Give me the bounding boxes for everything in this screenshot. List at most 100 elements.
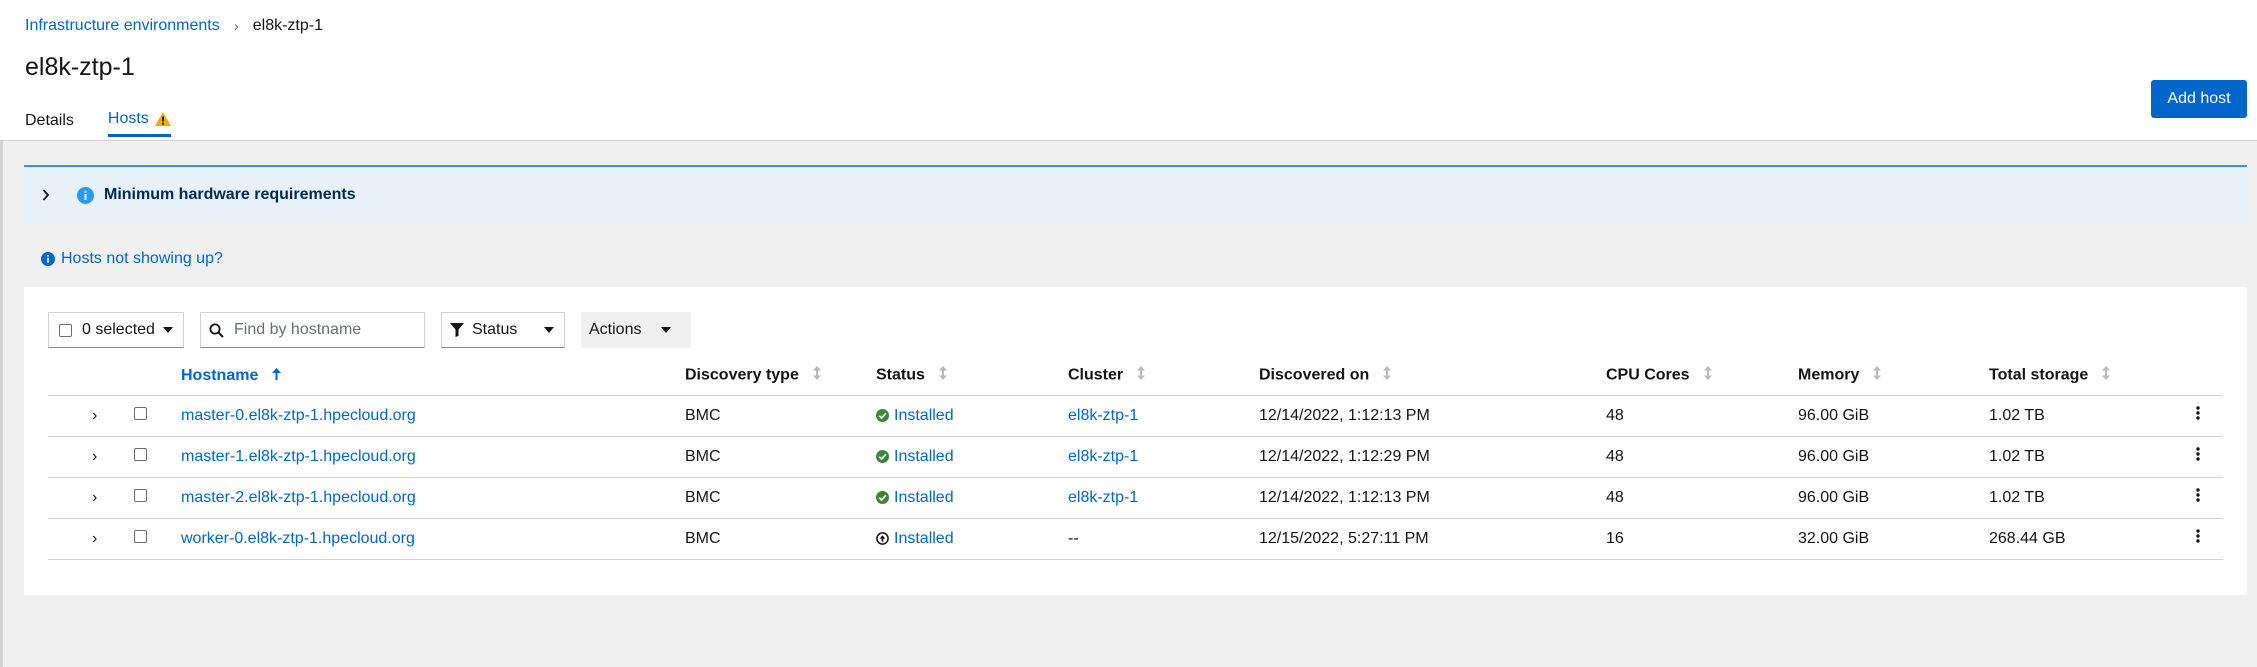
status-link[interactable]: Installed xyxy=(894,530,954,548)
row-checkbox[interactable] xyxy=(134,406,147,420)
sort-icon xyxy=(2102,366,2111,385)
cpu-cores-cell: 48 xyxy=(1606,406,1624,424)
row-actions-cell xyxy=(2179,395,2223,436)
sort-asc-icon xyxy=(272,367,282,385)
cluster-link[interactable]: el8k-ztp-1 xyxy=(1068,448,1138,465)
sort-icon xyxy=(1137,366,1146,385)
memory-cell: 32.00 GiB xyxy=(1798,529,1870,547)
row-expand-cell: › xyxy=(48,518,126,559)
alert-title: Minimum hardware requirements xyxy=(104,186,356,203)
sort-icon xyxy=(812,366,821,385)
table-row: › worker-0.el8k-ztp-1.hpecloud.org BMC I… xyxy=(48,518,2223,559)
status-link[interactable]: Installed xyxy=(894,448,954,466)
caret-down-icon xyxy=(661,327,671,333)
column-label: Discovery type xyxy=(685,366,799,384)
hostname-link[interactable]: master-2.el8k-ztp-1.hpecloud.org xyxy=(181,489,416,506)
discovered-on-cell: 12/14/2022, 1:12:13 PM xyxy=(1259,488,1430,506)
row-checkbox[interactable] xyxy=(134,529,147,543)
column-header-cluster[interactable]: Cluster xyxy=(1068,357,1259,395)
discovered-on-cell: 12/14/2022, 1:12:29 PM xyxy=(1259,447,1430,465)
hostname-search-input[interactable] xyxy=(234,321,414,339)
hostname-link[interactable]: master-1.el8k-ztp-1.hpecloud.org xyxy=(181,448,416,465)
search-icon xyxy=(209,323,224,338)
cluster-link[interactable]: el8k-ztp-1 xyxy=(1068,489,1138,506)
column-header-cpu-cores[interactable]: CPU Cores xyxy=(1606,357,1798,395)
row-checkbox[interactable] xyxy=(134,447,147,461)
status-link[interactable]: Installed xyxy=(894,489,954,507)
help-link-label: Hosts not showing up? xyxy=(61,250,223,267)
info-circle-icon xyxy=(41,252,55,266)
tab-hosts[interactable]: Hosts xyxy=(107,110,171,137)
hostname-cell: worker-0.el8k-ztp-1.hpecloud.org xyxy=(181,518,685,559)
hostname-cell: master-0.el8k-ztp-1.hpecloud.org xyxy=(181,395,685,436)
cluster-link[interactable]: el8k-ztp-1 xyxy=(1068,407,1138,424)
hardware-requirements-alert: Minimum hardware requirements xyxy=(24,165,2247,223)
caret-down-icon xyxy=(544,327,554,333)
discovery-type-cell: BMC xyxy=(685,406,721,424)
status-filter-dropdown[interactable]: Status xyxy=(441,312,565,348)
breadcrumb: Infrastructure environments › el8k-ztp-1 xyxy=(25,17,323,35)
status-link[interactable]: Installed xyxy=(894,407,954,425)
total-storage-cell: 1.02 TB xyxy=(1989,447,2045,465)
hosts-card: 0 selected Status Actions xyxy=(24,287,2247,595)
actions-dropdown[interactable]: Actions xyxy=(581,312,691,348)
check-circle-icon xyxy=(876,409,889,422)
filter-icon xyxy=(450,323,464,337)
hosts-table: Hostname Discovery type Status Cluster D… xyxy=(48,357,2223,560)
discovered-on-cell: 12/15/2022, 5:27:11 PM xyxy=(1259,529,1429,547)
expand-chevron-icon[interactable]: › xyxy=(92,407,102,425)
column-header-discovered-on[interactable]: Discovered on xyxy=(1259,357,1606,395)
kebab-menu-icon[interactable] xyxy=(2193,529,2203,548)
select-column-header xyxy=(126,357,181,395)
cpu-cores-cell: 48 xyxy=(1606,447,1624,465)
status-cell: Installed xyxy=(876,448,1068,466)
status-cell-wrapper: Installed xyxy=(876,436,1068,477)
breadcrumb-current: el8k-ztp-1 xyxy=(252,17,323,34)
expand-chevron-icon[interactable]: › xyxy=(92,448,102,466)
expand-chevron-icon[interactable]: › xyxy=(92,530,102,548)
sort-icon xyxy=(1703,366,1712,385)
row-select-cell xyxy=(126,436,181,477)
column-header-memory[interactable]: Memory xyxy=(1798,357,1989,395)
tab-details[interactable]: Details xyxy=(25,110,74,137)
expand-alert-chevron-icon[interactable] xyxy=(42,189,56,201)
kebab-column-header xyxy=(2179,357,2223,395)
tab-hosts-label: Hosts xyxy=(107,110,149,127)
table-row: › master-2.el8k-ztp-1.hpecloud.org BMC I… xyxy=(48,477,2223,518)
hostname-cell: master-2.el8k-ztp-1.hpecloud.org xyxy=(181,477,685,518)
column-label: Discovered on xyxy=(1259,366,1370,384)
row-select-cell xyxy=(126,395,181,436)
column-header-status[interactable]: Status xyxy=(876,357,1068,395)
column-label: Hostname xyxy=(181,366,259,384)
status-cell: Installed xyxy=(876,530,1068,548)
row-actions-cell xyxy=(2179,518,2223,559)
column-header-hostname[interactable]: Hostname xyxy=(181,357,685,395)
table-toolbar: 0 selected Status Actions xyxy=(48,312,691,348)
tab-list: Details Hosts xyxy=(25,110,205,137)
kebab-menu-icon[interactable] xyxy=(2193,406,2203,425)
check-circle-icon xyxy=(876,491,889,504)
hostname-link[interactable]: worker-0.el8k-ztp-1.hpecloud.org xyxy=(181,530,415,547)
row-actions-cell xyxy=(2179,477,2223,518)
total-storage-cell: 268.44 GB xyxy=(1989,529,2066,547)
breadcrumb-parent-link[interactable]: Infrastructure environments xyxy=(25,17,220,35)
hosts-not-showing-help-link[interactable]: Hosts not showing up? xyxy=(41,250,223,268)
row-checkbox[interactable] xyxy=(134,488,147,502)
cluster-cell: el8k-ztp-1 xyxy=(1068,436,1259,477)
column-header-discovery-type[interactable]: Discovery type xyxy=(685,357,876,395)
kebab-menu-icon[interactable] xyxy=(2193,488,2203,507)
discovery-type-cell: BMC xyxy=(685,488,721,506)
bulk-select-dropdown[interactable]: 0 selected xyxy=(48,312,184,348)
cluster-cell: el8k-ztp-1 xyxy=(1068,477,1259,518)
row-select-cell xyxy=(126,477,181,518)
kebab-menu-icon[interactable] xyxy=(2193,447,2203,466)
column-label: Status xyxy=(876,366,925,384)
hostname-link[interactable]: master-0.el8k-ztp-1.hpecloud.org xyxy=(181,407,416,424)
row-expand-cell: › xyxy=(48,395,126,436)
add-host-button[interactable]: Add host xyxy=(2151,80,2247,118)
column-header-total-storage[interactable]: Total storage xyxy=(1989,357,2179,395)
memory-cell: 96.00 GiB xyxy=(1798,447,1870,465)
expand-column-header xyxy=(48,357,126,395)
expand-chevron-icon[interactable]: › xyxy=(92,489,102,507)
bulk-select-checkbox[interactable] xyxy=(59,323,72,337)
